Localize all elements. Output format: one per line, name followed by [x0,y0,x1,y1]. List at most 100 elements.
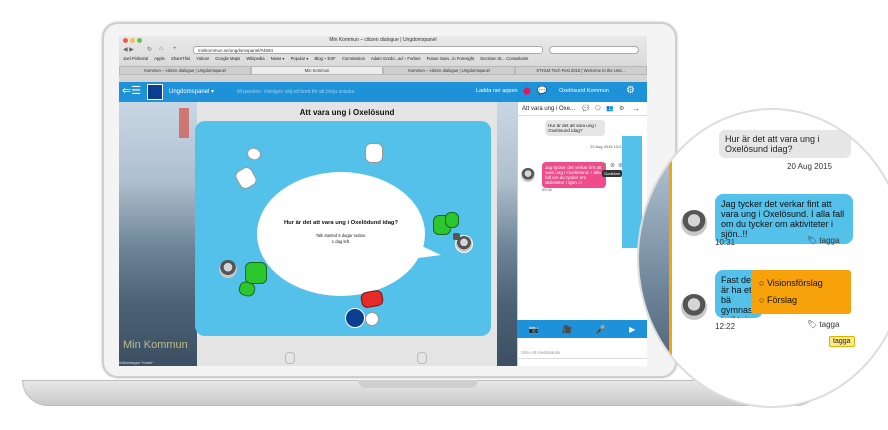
browser-tabs: Kommun – citizen dialogue | Ungdomspanel… [119,66,647,75]
page-title: Att vara ung i Oxelösund [299,108,395,117]
chat-actions: 📷 🎥 🎤 ▶ [517,320,647,338]
user-logo-chip[interactable] [345,308,365,328]
chat-bubbles-icon[interactable]: 💬 [537,86,547,95]
avatar [521,168,535,182]
browser-tab[interactable]: Kommun – citizen dialogue | Ungdomspanel [383,66,515,75]
tag-label: tagga [819,320,840,329]
browser-tab[interactable]: Kommun – citizen dialogue | Ungdomspanel [119,66,251,75]
tooltip: Godkänn [602,170,623,177]
zoom-photo-edge [639,110,669,406]
bookmark[interactable]: Decision St... Consultants [480,56,528,61]
divider [518,115,647,116]
zoom-time-top: 20 Aug 2015 [787,162,832,171]
tag-menu-item-visionsforslag[interactable]: ○ Visionsförslag [759,278,823,288]
bookmark[interactable]: Future Savv...in Foresight [427,56,475,61]
bookmark[interactable]: Joel Pinheiral [123,56,148,61]
tag-icon: 🏷 [807,320,818,329]
tag-menu-item-forslag[interactable]: ○ Förslag [759,295,797,305]
bookmark[interactable]: Blog – ESF [315,56,336,61]
divider [518,358,647,359]
location-pin-icon: ⬤ [523,88,531,95]
gear-icon[interactable]: ⚙ [619,105,624,112]
camera-icon[interactable]: 📷 [529,325,539,334]
browser-tab[interactable]: STHLM Tech Fest 2015 | Welcome to the Un… [515,66,647,75]
minimize-window-button[interactable] [130,38,135,43]
add-tab-icon[interactable]: + [173,46,177,52]
bookmark[interactable]: Popular ▾ [291,56,309,61]
back-forward-icon[interactable]: ◀ ▶ [123,46,134,53]
bookmark[interactable]: News ▾ [271,56,285,61]
zoom-magnifier: Hur är det att vara ung i Oxelösund idag… [637,108,888,408]
message-input[interactable]: Skriv ett meddelande [521,350,645,355]
tag-menu: ○ Visionsförslag ○ Förslag [751,270,851,314]
close-icon[interactable]: ⊗ [610,162,615,169]
time-left-text: 1 dag left. [331,239,351,244]
chip-green[interactable] [245,262,267,284]
bookmark[interactable]: Adam Gordo...ad – Forbes [371,56,421,61]
laptop-notch [358,380,478,388]
window-title: Min Kommun – citizen dialogue | Ungdomsp… [329,37,437,43]
bookmarks-bar: Joel Pinheiral Apple ShareThis Yahoo! Go… [123,56,643,64]
bookmark[interactable]: Commission [342,56,365,61]
zoom-message-top: Hur är det att vara ung i Oxelösund idag… [719,130,851,158]
close-window-button[interactable] [123,38,128,43]
lighthouse-decor [179,108,189,138]
bookmark[interactable]: Google Maps [215,56,240,61]
reload-icon[interactable]: ↻ [147,46,152,53]
menu-item-label: Visionsförslag [766,278,823,288]
app-header: ⇐☰ Ungdomspanel ▾ till panelen. Vänligen… [119,82,647,102]
bookmark[interactable]: Apple [154,56,165,61]
gear-icon[interactable]: ⚙ [626,85,635,96]
browser-chrome: Min Kommun – citizen dialogue | Ungdomsp… [119,36,647,82]
question-text: Hur är det att vara ung i Oxelödund idag… [283,220,399,226]
zoom-time-2: 12:22 [715,322,736,331]
avatar [681,210,707,236]
users-icon[interactable]: 👥 [606,105,613,112]
check-icon[interactable]: ✔ [602,162,607,169]
tag-icon: 🏷 [807,236,818,245]
zoom-time-1: 10:31 [715,238,736,247]
message-time: 09:32 [542,187,553,192]
menu-item-label: Förslag [766,295,797,305]
chip-white[interactable] [365,143,383,163]
app-watermark: Min Kommun [123,339,188,351]
panel-select[interactable]: Ungdomspanel ▾ [169,88,214,95]
bookmark[interactable]: Wikipedia [246,56,264,61]
municipality-name[interactable]: Oxelösund Kommun [559,88,609,94]
zoom-window-button[interactable] [137,38,142,43]
panel-select-label: Ungdomspanel [169,89,210,95]
home-icon[interactable]: ⌂ [159,46,163,52]
bookmark[interactable]: ShareThis [171,56,190,61]
chip-green[interactable] [445,212,459,228]
message-time: 20 Aug 2015 13:23 [590,144,624,149]
status-bar-text: Wikiantaget "mobil" [119,360,154,365]
url-input[interactable]: minkommun.se/ungdomspanel/#4694 [193,46,543,54]
chat-title: Att vara ung i Oxe... [522,106,576,112]
message-bubble-selected[interactable]: Jag tycker det verkar fint att vara ung … [542,162,606,188]
radio-icon: ○ [759,295,765,305]
search-input[interactable] [549,46,639,54]
bookmark[interactable]: Yahoo! [196,56,209,61]
tag-label: tagga [819,236,840,245]
talk-started-text: Talk started 5 dagar sedan. [315,233,367,238]
download-app-link[interactable]: Ladda ner appen [476,88,518,94]
tag-button[interactable]: 🏷 tagga [807,320,839,329]
tag-tooltip: tagga [829,336,855,347]
avatar[interactable] [219,260,237,278]
video-icon[interactable]: 🎥 [562,325,572,334]
browser-tab-active[interactable]: Min Kommun [251,66,383,75]
menu-icon[interactable]: ⇐☰ [122,85,141,97]
chip[interactable] [417,352,427,364]
laptop-screen: Min Kommun – citizen dialogue | Ungdomsp… [119,36,647,366]
youtube-icon[interactable]: ▶ [629,325,635,334]
tag-button[interactable]: 🏷 tagga [807,236,839,245]
radio-icon: ○ [759,278,765,288]
speech-icon[interactable]: 💬 [582,105,589,112]
chip-white[interactable] [365,312,379,326]
microphone-icon[interactable]: 🎤 [596,325,606,334]
chip-mini [453,233,460,240]
municipality-logo [147,84,163,100]
message-bubble: Hur är det att vara ung i Oxelösund idag… [545,120,605,136]
avatar [681,294,707,320]
chat-icon[interactable]: 🗨 [594,105,602,112]
